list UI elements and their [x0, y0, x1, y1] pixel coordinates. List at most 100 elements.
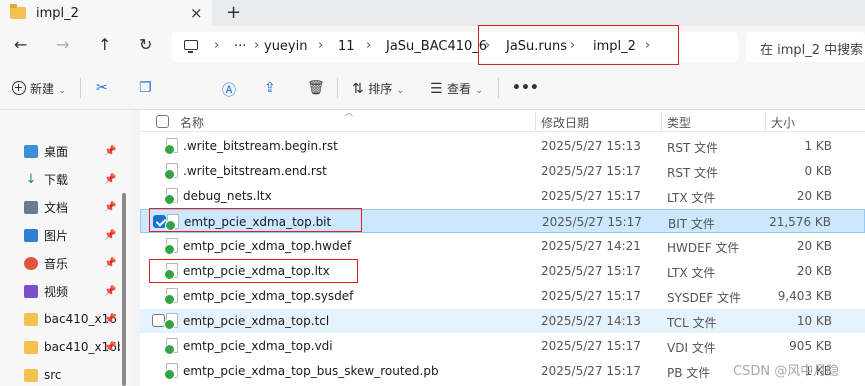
column-divider[interactable] [765, 112, 766, 130]
table-row[interactable]: .write_bitstream.begin.rst 2025/5/27 15:… [140, 134, 865, 158]
file-type: RST 文件 [667, 141, 719, 155]
table-row[interactable]: emtp_pcie_xdma_top.hwdef 2025/5/27 14:21… [140, 234, 865, 258]
folder-icon [24, 312, 38, 326]
pin-icon[interactable]: 📌 [104, 342, 116, 353]
sidebar-scrollbar[interactable] [122, 193, 126, 386]
toolbar-divider [337, 78, 338, 98]
file-date: 2025/5/27 15:17 [541, 164, 641, 178]
file-type: LTX 文件 [667, 266, 716, 280]
column-divider[interactable] [661, 112, 662, 130]
tab-title: impl_2 [36, 5, 79, 21]
table-row[interactable]: emtp_pcie_xdma_top.vdi 2025/5/27 15:17 V… [140, 334, 865, 358]
file-name: emtp_pcie_xdma_top.tcl [183, 314, 330, 328]
sort-button[interactable]: ⇅ 排序 ⌄ [352, 80, 404, 97]
new-tab-button[interactable]: + [226, 2, 241, 23]
file-date: 2025/5/27 15:17 [541, 364, 641, 378]
table-row[interactable]: debug_nets.ltx 2025/5/27 15:17 LTX 文件 20… [140, 184, 865, 208]
pin-icon[interactable]: 📌 [104, 146, 116, 157]
pin-icon[interactable]: 📌 [104, 174, 116, 185]
tab-impl2[interactable]: impl_2 × [0, 0, 212, 26]
sidebar-item-videos[interactable]: 视频 📌 [24, 281, 120, 301]
navigation-pane: 桌面 📌 ↓ 下载 📌 文档 📌 图片 📌 音乐 📌 视频 📌 bac410_x… [0, 110, 132, 386]
column-divider[interactable] [535, 112, 536, 130]
file-size: 10 KB [796, 314, 832, 328]
pin-icon[interactable]: 📌 [104, 314, 116, 325]
annotation-highlight-bit [149, 208, 362, 232]
delete-icon[interactable]: 🗑 [307, 80, 325, 96]
file-icon [164, 238, 178, 255]
breadcrumb-sep[interactable]: › [366, 38, 371, 53]
this-pc-icon[interactable] [184, 40, 198, 53]
new-button[interactable]: 新建 ⌄ [12, 80, 66, 97]
breadcrumb-item-jasu-bac410[interactable]: JaSu_BAC410_6 [386, 39, 487, 54]
file-type: RST 文件 [667, 166, 719, 180]
folder-icon [24, 340, 38, 354]
sidebar-item-downloads[interactable]: ↓ 下载 📌 [24, 169, 120, 189]
file-name: .write_bitstream.begin.rst [183, 139, 338, 153]
sidebar-item-music[interactable]: 音乐 📌 [24, 253, 120, 273]
breadcrumb-sep[interactable]: › [214, 38, 219, 53]
rename-icon[interactable]: Ⓐ [222, 80, 236, 100]
pin-icon[interactable]: 📌 [104, 230, 116, 241]
copy-icon[interactable]: ❐ [139, 80, 152, 96]
table-row-hover[interactable]: emtp_pcie_xdma_top.tcl 2025/5/27 14:13 T… [140, 309, 865, 333]
table-row[interactable]: .write_bitstream.end.rst 2025/5/27 15:17… [140, 159, 865, 183]
sidebar-item-bac410-x16[interactable]: bac410_x16 📌 [24, 309, 120, 329]
refresh-icon[interactable]: ↻ [139, 35, 152, 54]
file-size: 1 KB [804, 139, 832, 153]
file-size: 0 KB [804, 164, 832, 178]
cut-icon[interactable]: ✂ [96, 80, 108, 96]
file-name: .write_bitstream.end.rst [183, 164, 327, 178]
search-input[interactable]: 在 impl_2 中搜索 [746, 32, 865, 62]
annotation-highlight-path [478, 25, 679, 65]
pin-icon[interactable]: 📌 [104, 286, 116, 297]
breadcrumb-item-11[interactable]: 11 [338, 39, 355, 54]
sidebar-item-label: 下载 [44, 172, 69, 187]
tab-bar: impl_2 × + [0, 0, 865, 26]
column-header-date[interactable]: 修改日期 [541, 114, 589, 131]
folder-icon [24, 368, 38, 382]
sidebar-item-bac410-x16bit[interactable]: bac410_x16bit 📌 [24, 337, 120, 357]
sidebar-item-desktop[interactable]: 桌面 📌 [24, 141, 120, 161]
file-date: 2025/5/27 15:17 [541, 339, 641, 353]
forward-arrow-icon[interactable]: → [56, 35, 69, 54]
file-date: 2025/5/27 15:17 [541, 264, 641, 278]
sidebar-item-documents[interactable]: 文档 📌 [24, 197, 120, 217]
file-icon [164, 313, 178, 330]
file-type: PB 文件 [667, 366, 711, 380]
view-button[interactable]: ☰ 查看 ⌄ [430, 80, 483, 97]
file-type: TCL 文件 [667, 316, 717, 330]
pin-icon[interactable]: 📌 [104, 258, 116, 269]
toolbar-divider [498, 78, 499, 98]
file-size: 9,403 KB [777, 289, 832, 303]
sidebar-item-pictures[interactable]: 图片 📌 [24, 225, 120, 245]
table-row[interactable]: emtp_pcie_xdma_top.sysdef 2025/5/27 15:1… [140, 284, 865, 308]
back-arrow-icon[interactable]: ← [14, 35, 27, 54]
breadcrumb-sep[interactable]: › [254, 38, 259, 53]
breadcrumb-sep[interactable]: › [318, 38, 323, 53]
sidebar-item-src[interactable]: src [24, 365, 120, 385]
new-label: 新建 [30, 82, 55, 96]
pictures-icon [24, 228, 38, 242]
breadcrumb-more[interactable]: ··· [234, 39, 246, 54]
pin-icon[interactable]: 📌 [104, 202, 116, 213]
document-icon [24, 200, 38, 214]
column-header-name[interactable]: 名称 [180, 114, 204, 131]
file-name: emtp_pcie_xdma_top_bus_skew_routed.pb [183, 364, 439, 378]
view-label: 查看 [447, 82, 472, 96]
video-icon [24, 284, 38, 298]
file-size: 905 KB [789, 339, 832, 353]
select-all-checkbox[interactable] [156, 115, 169, 128]
file-type: LTX 文件 [667, 191, 716, 205]
file-date: 2025/5/27 15:17 [542, 215, 642, 229]
more-options-icon[interactable]: ••• [512, 80, 539, 96]
file-size: 21,576 KB [769, 215, 831, 229]
column-header-type[interactable]: 类型 [667, 114, 691, 131]
breadcrumb-item-yueyin[interactable]: yueyin [264, 39, 307, 54]
file-icon [164, 288, 178, 305]
up-arrow-icon[interactable]: ↑ [98, 35, 111, 54]
column-header-size[interactable]: 大小 [771, 114, 795, 131]
file-name: emtp_pcie_xdma_top.vdi [183, 339, 333, 353]
share-icon[interactable]: ⇪ [264, 80, 276, 96]
close-tab-icon[interactable]: × [190, 4, 203, 22]
